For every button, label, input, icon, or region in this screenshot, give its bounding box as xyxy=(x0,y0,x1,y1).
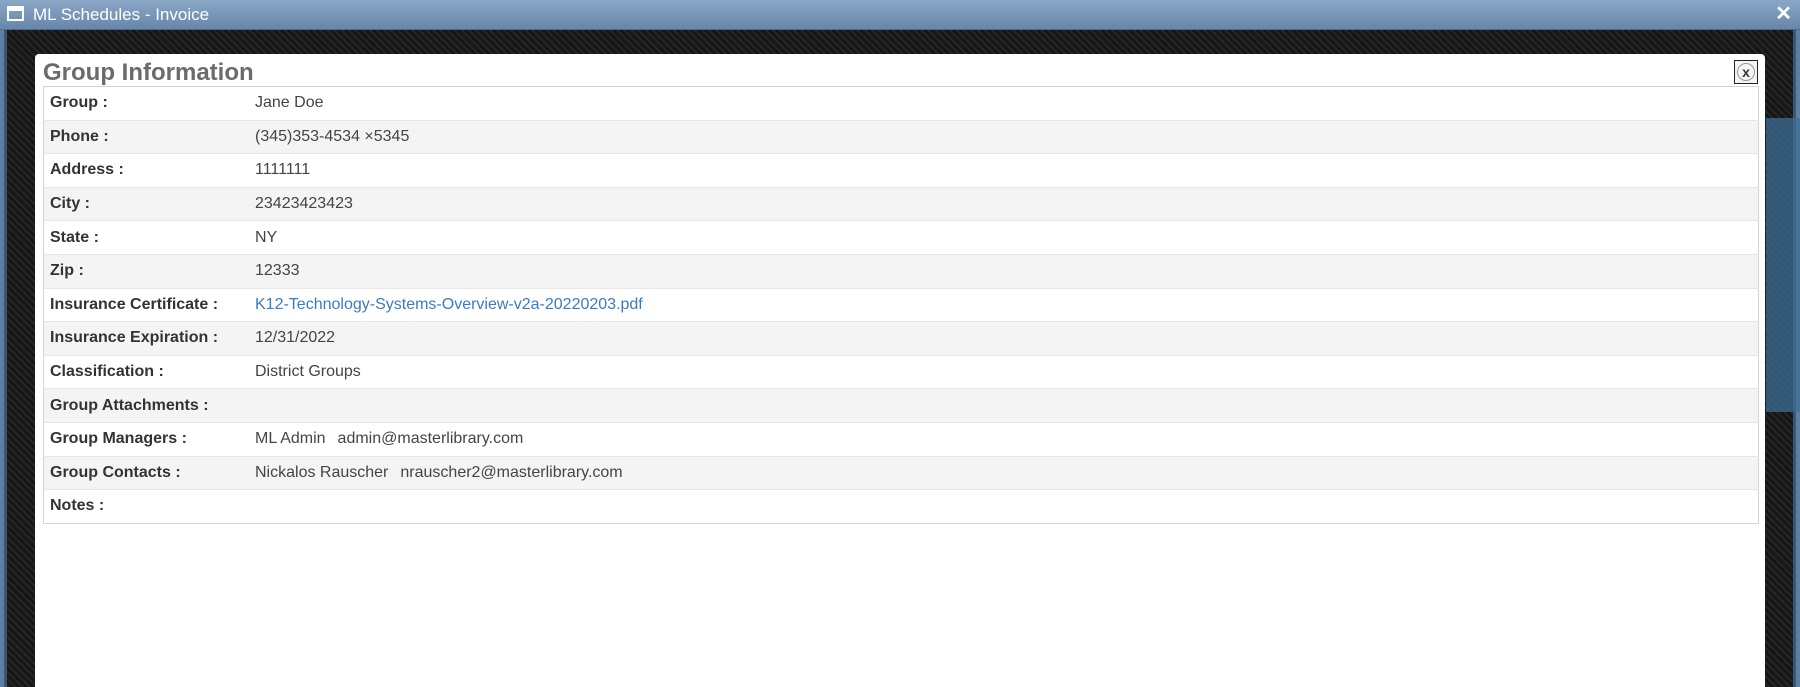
table-row-group: Group : Jane Doe xyxy=(44,87,1759,121)
group-contacts-cell: Nickalos Rauscher nrauscher2@masterlibrar… xyxy=(249,455,1759,490)
table-row-phone: Phone : (345)353-4534 ×5345 xyxy=(43,119,1759,154)
address-value: 1111111 xyxy=(249,153,1759,188)
group-value: Jane Doe xyxy=(255,94,324,112)
window-title: ML Schedules - Invoice xyxy=(33,5,210,24)
table-row-city: City : 23423423423 xyxy=(43,186,1759,221)
insurance-expiration-value: 12/31/2022 xyxy=(249,321,1759,356)
group-information-modal: Group Information x Group : Jane Doe Pho… xyxy=(35,54,1765,687)
zip-label: Zip : xyxy=(43,253,249,289)
group-contacts-label: Group Contacts : xyxy=(43,455,249,490)
table-row-group-attachments: Group Attachments : xyxy=(43,388,1759,423)
state-label: State : xyxy=(43,220,249,255)
group-contact-name: Nickalos Rauscher xyxy=(255,463,389,481)
notes-label: Notes : xyxy=(43,489,249,524)
group-managers-label: Group Managers : xyxy=(43,421,249,457)
group-manager-email: admin@masterlibrary.com xyxy=(337,430,524,448)
window-titlebar: ML Schedules - Invoice ✕ xyxy=(0,0,1800,30)
table-row-state: State : NY xyxy=(43,220,1759,255)
table-row-address: Address : 1111111 xyxy=(43,153,1759,188)
phone-label: Phone : xyxy=(43,119,249,154)
insurance-certificate-link[interactable]: K12-Technology-Systems-Overview-v2a-2022… xyxy=(255,296,643,313)
table-row-group-contacts: Group Contacts : Nickalos Rauscher nrausc… xyxy=(43,455,1759,490)
table-row-group-managers: Group Managers : ML Admin admin@masterlib… xyxy=(43,421,1759,457)
group-contact-email: nrauscher2@masterlibrary.com xyxy=(400,463,623,481)
modal-title: Group Information xyxy=(43,59,254,86)
phone-value: (345)353-4534 ×5345 xyxy=(249,119,1759,154)
modal-close-button[interactable]: x xyxy=(1734,60,1758,84)
close-icon: x xyxy=(1737,63,1755,81)
group-label: Group : xyxy=(50,94,108,112)
classification-label: Classification : xyxy=(43,354,249,389)
table-row-notes: Notes : xyxy=(43,489,1759,524)
address-label: Address : xyxy=(43,153,249,188)
insurance-expiration-label: Insurance Expiration : xyxy=(43,321,249,356)
classification-value: District Groups xyxy=(249,354,1759,389)
insurance-certificate-cell: K12-Technology-Systems-Overview-v2a-2022… xyxy=(249,287,1759,322)
window-close-icon[interactable]: ✕ xyxy=(1775,3,1792,25)
table-row-zip: Zip : 12333 xyxy=(43,253,1759,289)
notes-value xyxy=(249,489,1759,524)
table-row-insurance-expiration: Insurance Expiration : 12/31/2022 xyxy=(43,321,1759,356)
table-row-insurance-certificate: Insurance Certificate : K12-Technology-S… xyxy=(43,287,1759,322)
background-page-strip xyxy=(1766,118,1800,412)
group-managers-cell: ML Admin admin@masterlibrary.com xyxy=(249,421,1759,457)
group-attachments-label: Group Attachments : xyxy=(43,388,249,423)
group-info-table: Group : Jane Doe Phone : (345)353-4534 ×… xyxy=(43,86,1759,524)
city-label: City : xyxy=(43,186,249,221)
window-icon xyxy=(7,6,24,21)
table-row-classification: Classification : District Groups xyxy=(43,354,1759,389)
insurance-certificate-label: Insurance Certificate : xyxy=(43,287,249,322)
group-manager-name: ML Admin xyxy=(255,430,326,448)
group-attachments-value xyxy=(249,388,1759,423)
city-value: 23423423423 xyxy=(249,186,1759,221)
zip-value: 12333 xyxy=(249,253,1759,289)
state-value: NY xyxy=(249,220,1759,255)
